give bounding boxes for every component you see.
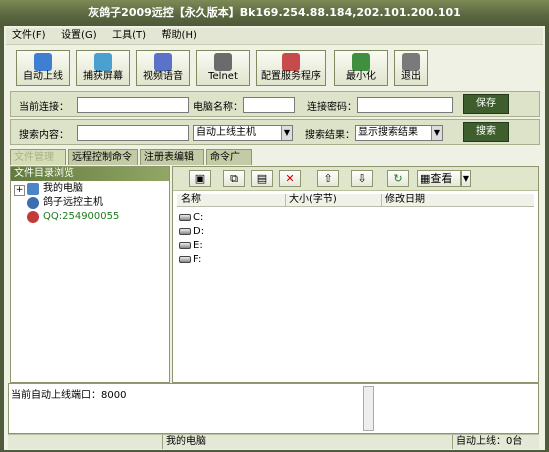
host-icon — [27, 197, 39, 209]
file-list-header: 名称 大小(字节) 修改日期 — [177, 194, 534, 207]
search-button[interactable]: 搜索 — [463, 122, 509, 142]
log-scrollbar[interactable] — [363, 386, 374, 431]
column-modified[interactable]: 修改日期 — [381, 194, 535, 206]
column-name[interactable]: 名称 — [181, 194, 201, 206]
view-grid-icon: ▦ — [420, 172, 431, 185]
list-item[interactable]: E: — [179, 239, 203, 252]
menu-file[interactable]: 文件(F) — [6, 28, 52, 44]
capture-screen-icon — [94, 53, 112, 71]
search-content-input[interactable] — [77, 125, 189, 141]
video-voice-button[interactable]: 视频语音 — [136, 50, 190, 86]
tab-command-broadcast[interactable]: 命令广播 — [206, 149, 252, 179]
drive-icon — [179, 227, 191, 235]
list-item[interactable]: F: — [179, 253, 201, 266]
drive-icon — [179, 213, 191, 221]
tab-file-manager[interactable]: 文件管理器 — [10, 149, 66, 179]
app-window: 灰鸽子2009远控【永久版本】Bk169.254.88.184,202.101.… — [0, 0, 549, 452]
tree-item-host[interactable]: 鸽子远控主机 — [43, 197, 103, 209]
video-voice-icon — [154, 53, 172, 71]
telnet-button[interactable]: Telnet — [196, 50, 250, 86]
tree-panel-title: 文件目录浏览 — [11, 167, 169, 181]
download-icon[interactable]: ⇩ — [351, 170, 373, 187]
refresh-icon[interactable]: ↻ — [387, 170, 409, 187]
capture-screen-button[interactable]: 捕获屏幕 — [76, 50, 130, 86]
chevron-down-icon[interactable]: ▼ — [461, 170, 471, 187]
log-text: 当前自动上线端口：8000 — [11, 390, 127, 401]
status-online-count: 自动上线：0台 — [452, 435, 539, 449]
connect-password-input[interactable] — [357, 97, 453, 113]
current-connection-label: 当前连接： — [19, 102, 69, 113]
search-mode-select[interactable]: 自动上线主机 ▼ — [193, 125, 293, 141]
view-button[interactable]: ▦查看 — [417, 170, 461, 187]
folder-up-icon[interactable]: ▣ — [189, 170, 211, 187]
file-toolbar: ▣ ⧉ ▤ ✕ ⇧ ⇩ ↻ ▦查看 ▼ — [173, 167, 538, 191]
expand-icon[interactable]: + — [14, 185, 25, 196]
menu-help[interactable]: 帮助(H) — [156, 28, 203, 44]
save-button[interactable]: 保存 — [463, 94, 509, 114]
qq-icon — [27, 211, 39, 223]
tree-item-my-computer[interactable]: 我的电脑 — [43, 183, 83, 195]
copy-icon[interactable]: ⧉ — [223, 170, 245, 187]
exit-icon — [402, 53, 420, 71]
menu-tools[interactable]: 工具(T) — [106, 28, 152, 44]
status-left — [8, 435, 162, 449]
connection-row: 当前连接： 电脑名称： 连接密码： 保存 — [10, 91, 540, 117]
config-server-button[interactable]: 配置服务程序 — [256, 50, 326, 86]
directory-tree-panel: 文件目录浏览 + 我的电脑 鸽子远控主机 QQ:254900055 — [10, 166, 170, 383]
main-toolbar: 自动上线 捕获屏幕 视频语音 Telnet 配置服务程序 最小化 — [16, 50, 394, 86]
status-center: 我的电脑 — [162, 435, 452, 449]
chevron-down-icon: ▼ — [431, 126, 442, 140]
pc-name-label: 电脑名称： — [193, 102, 243, 113]
drive-icon — [179, 241, 191, 249]
connect-password-label: 连接密码： — [307, 102, 357, 113]
search-result-select[interactable]: 显示搜索结果 ▼ — [355, 125, 443, 141]
minimize-button[interactable]: 最小化 — [334, 50, 388, 86]
list-item[interactable]: C: — [179, 211, 203, 224]
delete-icon[interactable]: ✕ — [279, 170, 301, 187]
pc-name-input[interactable] — [243, 97, 295, 113]
upload-icon[interactable]: ⇧ — [317, 170, 339, 187]
auto-online-button[interactable]: 自动上线 — [16, 50, 70, 86]
computer-icon — [27, 183, 39, 195]
menu-settings[interactable]: 设置(G) — [55, 28, 103, 44]
minimize-icon — [352, 53, 370, 71]
window-title: 灰鸽子2009远控【永久版本】Bk169.254.88.184,202.101.… — [0, 0, 549, 26]
status-bar: 我的电脑 自动上线：0台 — [8, 434, 539, 449]
main-frame: 文件(F) 设置(G) 工具(T) 帮助(H) 自动上线 捕获屏幕 视频语音 T… — [4, 26, 545, 450]
search-result-label: 搜索结果： — [305, 130, 355, 141]
column-size[interactable]: 大小(字节) — [285, 194, 381, 206]
log-area[interactable]: 当前自动上线端口：8000 — [8, 383, 539, 434]
tab-remote-commands[interactable]: 远程控制命令 — [68, 149, 138, 165]
telnet-icon — [214, 53, 232, 71]
paste-icon[interactable]: ▤ — [251, 170, 273, 187]
current-connection-input[interactable] — [77, 97, 189, 113]
list-item[interactable]: D: — [179, 225, 204, 238]
file-list-panel: ▣ ⧉ ▤ ✕ ⇧ ⇩ ↻ ▦查看 ▼ 名称 大小(字节) 修改日期 C: D:… — [172, 166, 539, 383]
menu-bar: 文件(F) 设置(G) 工具(T) 帮助(H) — [6, 28, 543, 45]
drive-icon — [179, 255, 191, 263]
exit-button[interactable]: 退出 — [394, 50, 428, 86]
tab-registry-editor[interactable]: 注册表编辑器 — [140, 149, 204, 179]
tree-item-qq[interactable]: QQ:254900055 — [43, 211, 119, 223]
auto-online-icon — [34, 53, 52, 71]
chevron-down-icon: ▼ — [281, 126, 292, 140]
search-content-label: 搜索内容： — [19, 130, 69, 141]
search-row: 搜索内容： 自动上线主机 ▼ 搜索结果： 显示搜索结果 ▼ 搜索 — [10, 119, 540, 145]
config-server-icon — [282, 53, 300, 71]
